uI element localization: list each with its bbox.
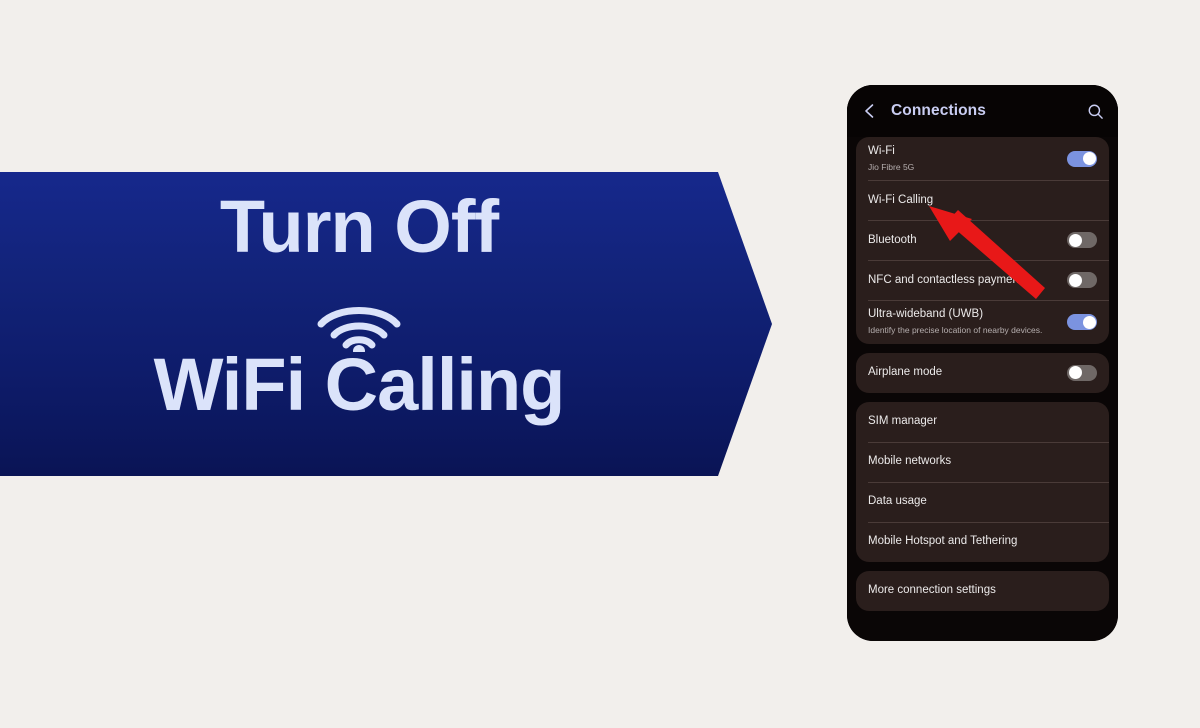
list-item[interactable]: Mobile networks [856, 441, 1109, 482]
toggle-knob [1082, 315, 1096, 329]
screenshot-canvas: Turn Off WiFi Calling Connections Wi-Fi … [0, 0, 1200, 728]
app-header: Connections [847, 85, 1118, 137]
list-item[interactable]: Mobile Hotspot and Tethering [856, 521, 1109, 562]
row-texts: Ultra-wideband (UWB) Identify the precis… [868, 307, 1059, 336]
phone-mockup: Connections Wi-Fi Jio Fibre 5G Wi-Fi Cal… [847, 85, 1118, 641]
row-texts: Mobile Hotspot and Tethering [868, 534, 1097, 550]
uwb-toggle[interactable] [1067, 314, 1097, 331]
row-texts: Airplane mode [868, 365, 1059, 381]
airplane-mode-toggle[interactable] [1067, 364, 1097, 381]
row-texts: More connection settings [868, 583, 1097, 599]
row-texts: Wi-Fi Calling [868, 193, 1097, 209]
list-item[interactable]: Wi-Fi Jio Fibre 5G [856, 137, 1109, 180]
settings-group-airplane: Airplane mode [856, 352, 1109, 393]
settings-group-connectivity: Wi-Fi Jio Fibre 5G Wi-Fi Calling Bluetoo… [856, 137, 1109, 344]
banner-headline-line2: WiFi Calling [153, 343, 566, 426]
toggle-knob [1068, 233, 1082, 247]
list-item[interactable]: Bluetooth [856, 220, 1109, 260]
search-icon[interactable] [1084, 100, 1106, 122]
chevron-left-icon[interactable] [859, 100, 881, 122]
row-title: Airplane mode [868, 366, 943, 379]
row-texts: SIM manager [868, 414, 1097, 430]
title-banner: Turn Off WiFi Calling [0, 172, 772, 476]
row-title: Wi-Fi Calling [868, 193, 934, 206]
row-texts: Bluetooth [868, 233, 1059, 249]
row-subtitle: Jio Fibre 5G [868, 161, 915, 172]
row-title: Mobile networks [868, 455, 952, 468]
list-item[interactable]: SIM manager [856, 402, 1109, 442]
list-item[interactable]: Data usage [856, 481, 1109, 522]
row-title: NFC and contactless payments [868, 273, 1028, 286]
row-texts: Wi-Fi Jio Fibre 5G [868, 144, 1059, 173]
row-title: Bluetooth [868, 233, 917, 246]
row-title: More connection settings [868, 584, 996, 597]
settings-list[interactable]: Wi-Fi Jio Fibre 5G Wi-Fi Calling Bluetoo… [847, 137, 1118, 641]
list-item[interactable]: Ultra-wideband (UWB) Identify the precis… [856, 300, 1109, 343]
row-texts: Mobile networks [868, 454, 1097, 470]
row-title: Wi-Fi [868, 145, 895, 157]
wifi-toggle[interactable] [1067, 150, 1097, 167]
row-title: Data usage [868, 495, 927, 508]
nfc-toggle[interactable] [1067, 272, 1097, 289]
toggle-knob [1068, 273, 1082, 287]
row-subtitle: Identify the precise location of nearby … [868, 324, 1043, 335]
row-texts: Data usage [868, 494, 1097, 510]
list-item[interactable]: More connection settings [856, 571, 1109, 611]
row-title: Ultra-wideband (UWB) [868, 308, 984, 321]
toggle-knob [1068, 366, 1082, 380]
settings-group-mobile: SIM manager Mobile networks Data usage M… [856, 401, 1109, 562]
settings-group-more: More connection settings [856, 570, 1109, 611]
toggle-knob [1082, 152, 1096, 166]
phone-screen: Connections Wi-Fi Jio Fibre 5G Wi-Fi Cal… [847, 85, 1118, 641]
bluetooth-toggle[interactable] [1067, 232, 1097, 249]
list-item[interactable]: Airplane mode [856, 353, 1109, 393]
banner-headline-line1: Turn Off [219, 185, 499, 268]
row-title: Mobile Hotspot and Tethering [868, 535, 1018, 548]
row-title: SIM manager [868, 415, 938, 428]
list-item[interactable]: Wi-Fi Calling [856, 180, 1109, 220]
list-item[interactable]: NFC and contactless payments [856, 260, 1109, 300]
page-title: Connections [891, 102, 986, 119]
row-texts: NFC and contactless payments [868, 273, 1059, 289]
